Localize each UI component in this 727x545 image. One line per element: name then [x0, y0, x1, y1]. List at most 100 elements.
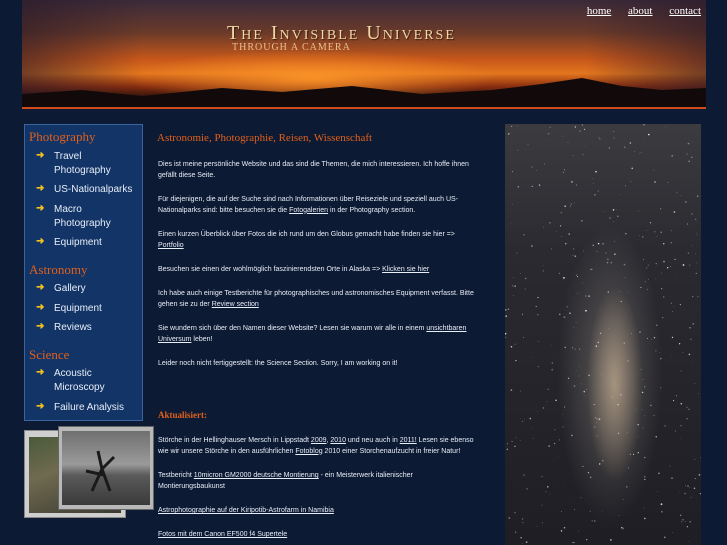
star	[597, 341, 600, 344]
star	[612, 131, 614, 132]
canon-ef500-link[interactable]: Fotos mit dem Canon EF500 f4 Supertele	[158, 531, 287, 538]
star	[678, 343, 681, 345]
star	[571, 434, 573, 437]
star	[596, 251, 598, 253]
star	[699, 492, 701, 495]
sidebar-section-science[interactable]: Science	[29, 347, 69, 363]
star	[582, 465, 584, 467]
star	[623, 499, 624, 501]
star	[554, 443, 556, 445]
star	[640, 286, 642, 289]
star	[583, 390, 586, 393]
star	[567, 377, 570, 380]
star	[654, 231, 656, 233]
star	[654, 278, 656, 280]
star	[564, 406, 566, 408]
alaska-link[interactable]: Klicken sie hier	[382, 266, 429, 273]
star	[695, 218, 697, 220]
star	[691, 361, 692, 363]
text: Einen kurzen Überblick über Fotos die ic…	[158, 231, 455, 238]
star	[682, 518, 684, 521]
nav-home-link[interactable]: home	[587, 5, 611, 17]
star	[522, 542, 523, 544]
thumbnail-photo-front[interactable]	[58, 426, 154, 510]
star	[682, 264, 685, 266]
star	[656, 491, 658, 492]
gm2000-link[interactable]: 10micron GM2000 deutsche Montierung	[194, 472, 319, 479]
star	[531, 427, 532, 429]
star	[535, 305, 537, 308]
star	[567, 141, 569, 143]
star	[594, 520, 596, 522]
star	[585, 146, 587, 147]
star	[571, 181, 573, 183]
star	[686, 418, 688, 420]
text: Besuchen sie einen der wohlmöglich faszi…	[158, 266, 383, 273]
sidebar-item-label: US-Nationalparks	[54, 184, 133, 195]
star	[574, 202, 576, 204]
star	[585, 295, 587, 297]
arrow-right-icon: ➜	[36, 367, 45, 378]
star	[591, 268, 593, 270]
star	[577, 275, 579, 277]
star	[579, 130, 581, 132]
star	[647, 288, 649, 290]
sidebar-section-photography[interactable]: Photography	[29, 129, 95, 145]
star	[572, 326, 574, 328]
star	[644, 386, 646, 388]
storks-2010-link[interactable]: 2010	[330, 437, 346, 444]
science-paragraph: Leider noch nicht fertiggestellt: the Sc…	[158, 360, 398, 367]
star	[653, 169, 655, 171]
star	[629, 453, 631, 455]
star	[551, 368, 554, 371]
star	[654, 181, 656, 183]
star	[551, 362, 553, 364]
arrow-right-icon: ➜	[36, 302, 45, 313]
star	[688, 160, 690, 163]
star	[558, 439, 561, 441]
fotogalerien-link[interactable]: Fotogalerien	[289, 207, 328, 214]
star	[681, 521, 683, 523]
namibia-link[interactable]: Astrophotographie auf der Kiripotib-Astr…	[158, 507, 334, 514]
star	[563, 169, 566, 171]
storks-2009-link[interactable]: 2009	[311, 437, 327, 444]
site-subtitle: Through a camera	[232, 42, 351, 53]
star	[574, 348, 576, 350]
star	[663, 260, 665, 263]
star	[593, 426, 596, 428]
storks-2011-link[interactable]: 2011!	[400, 437, 417, 444]
star	[680, 370, 682, 372]
sidebar-section-astronomy[interactable]: Astronomy	[29, 262, 88, 278]
star	[697, 393, 699, 395]
star	[585, 309, 587, 312]
fotoblog-link[interactable]: Fotoblog	[295, 448, 322, 455]
star	[531, 185, 533, 187]
nav-about-link[interactable]: about	[628, 5, 652, 17]
star	[687, 485, 689, 487]
nav-contact-link[interactable]: contact	[669, 5, 701, 17]
star	[586, 539, 588, 541]
star	[674, 258, 676, 260]
milky-way-photo	[505, 124, 701, 545]
star	[565, 243, 567, 245]
star	[596, 435, 598, 437]
portfolio-link[interactable]: Portfolio	[158, 242, 184, 249]
review-section-link[interactable]: Review section	[212, 301, 259, 308]
text: 2010 einer Storchenaufzucht in freier Na…	[322, 447, 461, 455]
star	[617, 432, 620, 435]
star	[695, 253, 697, 255]
storks-update: Störche in der Hellinghauser Mersch in L…	[158, 436, 478, 457]
star	[656, 235, 658, 237]
star	[638, 234, 640, 236]
star	[599, 138, 601, 140]
star	[689, 327, 691, 329]
star	[519, 439, 521, 441]
star	[643, 124, 645, 126]
star	[630, 181, 632, 183]
star	[639, 331, 641, 333]
star	[644, 414, 646, 416]
sidebar-item-label: Reviews	[54, 322, 92, 333]
photo-image	[62, 431, 150, 505]
star	[613, 137, 615, 139]
sidebar-item-label: Travel Photography	[54, 151, 111, 176]
